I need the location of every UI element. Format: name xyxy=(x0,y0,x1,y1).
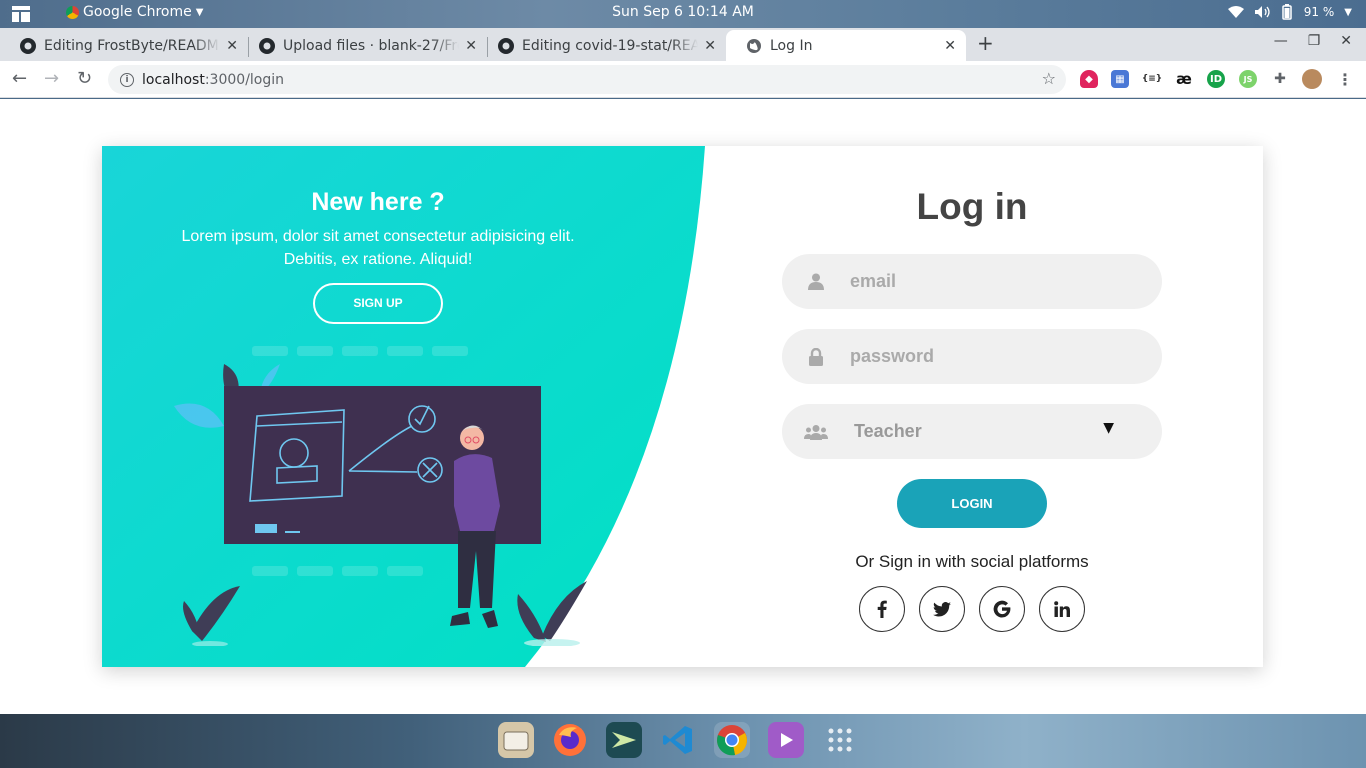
globe-icon xyxy=(747,38,761,53)
dropdown-caret-icon: ▼ xyxy=(1103,420,1114,436)
left-panel: New here ? Lorem ipsum, dolor sit amet c… xyxy=(162,188,594,324)
app-menu[interactable]: Google Chrome ▼ xyxy=(66,4,203,20)
vscode-icon[interactable] xyxy=(660,722,696,758)
bookmark-star-icon[interactable]: ☆ xyxy=(1042,69,1056,88)
role-select[interactable]: Teacher ▼ xyxy=(782,404,1162,459)
volume-icon xyxy=(1254,6,1270,18)
left-panel-text: Lorem ipsum, dolor sit amet consectetur … xyxy=(181,228,575,268)
close-icon[interactable]: ✕ xyxy=(465,38,477,54)
close-icon[interactable]: ✕ xyxy=(944,38,956,54)
password-field[interactable] xyxy=(782,329,1162,384)
window-controls: — ❐ ✕ xyxy=(1274,33,1352,49)
tab-covid-stat[interactable]: Editing covid-19-stat/REA ✕ xyxy=(478,30,726,61)
id-extension-icon[interactable]: ID xyxy=(1207,70,1225,88)
login-button[interactable]: LOGIN xyxy=(897,479,1047,528)
close-icon[interactable]: ✕ xyxy=(704,38,716,54)
tab-title: Log In xyxy=(770,37,813,54)
github-icon xyxy=(20,37,36,54)
battery-percent: 91 % xyxy=(1303,5,1335,19)
page-viewport: New here ? Lorem ipsum, dolor sit amet c… xyxy=(0,99,1366,714)
facebook-icon[interactable] xyxy=(859,586,905,632)
password-input[interactable] xyxy=(850,346,1120,367)
dock-icons xyxy=(498,722,858,758)
profile-avatar[interactable] xyxy=(1302,69,1322,89)
tab-log-in[interactable]: Log In ✕ xyxy=(726,30,966,61)
more-menu-icon[interactable]: ⋮ xyxy=(1336,70,1354,89)
google-icon[interactable] xyxy=(979,586,1025,632)
firefox-icon[interactable] xyxy=(552,722,588,758)
app-name: Google Chrome xyxy=(83,4,192,20)
files-icon[interactable] xyxy=(498,722,534,758)
wifi-icon xyxy=(1227,5,1244,18)
url-path: :3000/login xyxy=(204,71,285,88)
tab-strip: Editing FrostByte/READM ✕ Upload files ·… xyxy=(0,28,1366,61)
tab-frostbyte[interactable]: Editing FrostByte/READM ✕ xyxy=(0,30,248,61)
tab-title: Editing FrostByte/READM xyxy=(44,37,219,54)
dock xyxy=(0,714,1366,768)
os-top-bar: Google Chrome ▼ Sun Sep 6 10:14 AM 91 % … xyxy=(0,0,1366,28)
reload-icon[interactable]: ↻ xyxy=(77,68,92,89)
login-card: New here ? Lorem ipsum, dolor sit amet c… xyxy=(102,146,1263,667)
power-menu-icon: ▼ xyxy=(1344,6,1352,18)
show-apps-icon[interactable] xyxy=(822,722,858,758)
teacher-illustration xyxy=(174,346,587,646)
users-icon xyxy=(782,424,850,440)
email-input[interactable] xyxy=(850,271,1120,292)
video-player-icon[interactable] xyxy=(768,722,804,758)
forward-icon[interactable]: → xyxy=(44,68,59,89)
url-host: localhost xyxy=(142,71,205,88)
activities-icon[interactable] xyxy=(12,6,30,22)
terminal-app-icon[interactable] xyxy=(606,722,642,758)
github-icon xyxy=(498,37,514,54)
ae-extension-icon[interactable]: æ xyxy=(1175,70,1193,88)
role-select-value: Teacher xyxy=(854,421,922,441)
tab-upload-files[interactable]: Upload files · blank-27/Fro ✕ xyxy=(239,30,487,61)
info-icon[interactable]: i xyxy=(120,72,134,87)
restore-icon[interactable]: ❐ xyxy=(1308,33,1321,49)
lock-icon xyxy=(782,347,850,366)
new-here-heading: New here ? xyxy=(311,188,445,216)
social-buttons xyxy=(782,586,1162,632)
back-icon[interactable]: ← xyxy=(12,68,27,89)
login-title: Log in xyxy=(916,186,1028,227)
chrome-dock-icon[interactable] xyxy=(714,722,750,758)
chrome-icon xyxy=(66,5,79,19)
battery-icon xyxy=(1282,4,1292,20)
tab-title: Upload files · blank-27/Fro xyxy=(283,37,460,54)
clock[interactable]: Sun Sep 6 10:14 AM xyxy=(0,4,1366,20)
twitter-icon[interactable] xyxy=(919,586,965,632)
sign-up-button[interactable]: SIGN UP xyxy=(313,283,443,324)
user-icon xyxy=(782,273,850,290)
tab-title: Editing covid-19-stat/REA xyxy=(522,37,699,54)
browser-toolbar: ← → ↻ i localhost:3000/login ☆ ◆ ▦ {≡} æ… xyxy=(0,61,1366,98)
system-tray[interactable]: 91 % ▼ xyxy=(1227,4,1352,20)
github-icon xyxy=(259,37,275,54)
chevron-down-icon: ▼ xyxy=(195,6,204,18)
shield-extension-icon[interactable]: ◆ xyxy=(1080,70,1098,88)
close-icon[interactable]: ✕ xyxy=(226,38,238,54)
email-field[interactable] xyxy=(782,254,1162,309)
linkedin-icon[interactable] xyxy=(1039,586,1085,632)
close-window-icon[interactable]: ✕ xyxy=(1340,33,1352,49)
calendar-extension-icon[interactable]: ▦ xyxy=(1111,70,1129,88)
new-tab-button[interactable]: + xyxy=(977,31,994,55)
address-bar[interactable]: i localhost:3000/login ☆ xyxy=(108,65,1066,94)
minimize-icon[interactable]: — xyxy=(1274,33,1288,49)
puzzle-extensions-icon[interactable]: ✚ xyxy=(1271,70,1289,88)
js-extension-icon[interactable]: JS xyxy=(1239,70,1257,88)
social-signin-text: Or Sign in with social platforms xyxy=(855,552,1089,571)
login-form: Log in Teacher ▼ LOGIN xyxy=(782,186,1162,632)
json-extension-icon[interactable]: {≡} xyxy=(1142,70,1162,88)
